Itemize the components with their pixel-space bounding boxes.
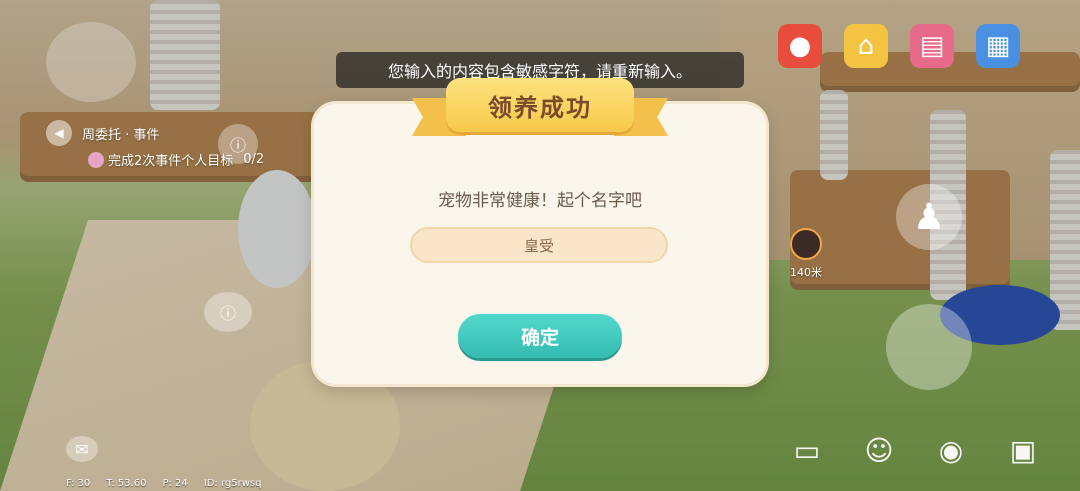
- ping-stat: P: 24: [162, 478, 188, 489]
- shop-icon[interactable]: ⌂: [844, 24, 888, 68]
- avatar: [790, 228, 822, 260]
- quest-text: 完成2次事件个人目标: [108, 154, 234, 169]
- back-arrow-icon[interactable]: ◀: [46, 120, 72, 146]
- info-icon[interactable]: ⓘ: [218, 124, 258, 164]
- title-ribbon: 领养成功: [412, 78, 668, 144]
- joystick[interactable]: [886, 304, 972, 390]
- confirm-button[interactable]: 确定: [458, 314, 622, 358]
- quest-icon: [88, 151, 104, 168]
- balloon-icon[interactable]: ●: [778, 24, 822, 68]
- basket-icon[interactable]: ▤: [910, 24, 954, 68]
- emote-icon[interactable]: ☺: [862, 433, 896, 467]
- pet-name-input[interactable]: 皇受: [410, 227, 668, 263]
- toolbox-icon[interactable]: ▣: [1006, 433, 1040, 467]
- id-stat: ID: rg5rwsq: [203, 478, 262, 489]
- fps-stat: F: 30: [66, 478, 91, 489]
- info-icon[interactable]: ⓘ: [204, 292, 252, 332]
- minimap[interactable]: [46, 22, 136, 102]
- car-icon[interactable]: ▭: [790, 433, 824, 467]
- chat-icon[interactable]: ✉: [66, 436, 98, 462]
- time-stat: T: 53.60: [106, 478, 147, 489]
- phone-icon[interactable]: ▦: [976, 24, 1020, 68]
- dialog-message: 宠物非常健康！起个名字吧: [438, 191, 642, 211]
- person-icon[interactable]: ♟: [896, 184, 962, 250]
- player-marker[interactable]: 140米: [790, 228, 822, 280]
- bottom-toolbar: ▭ ☺ ◉ ▣: [790, 433, 1040, 467]
- top-icon-bar: ● ⌂ ▤ ▦: [778, 24, 1020, 68]
- distance-label: 140米: [790, 266, 822, 279]
- debug-stats: F: 30 T: 53.60 P: 24 ID: rg5rwsq: [66, 478, 261, 489]
- task-title: 周委托 · 事件: [82, 128, 160, 143]
- camera-icon[interactable]: ◉: [934, 433, 968, 467]
- dialog-title: 领养成功: [446, 78, 634, 132]
